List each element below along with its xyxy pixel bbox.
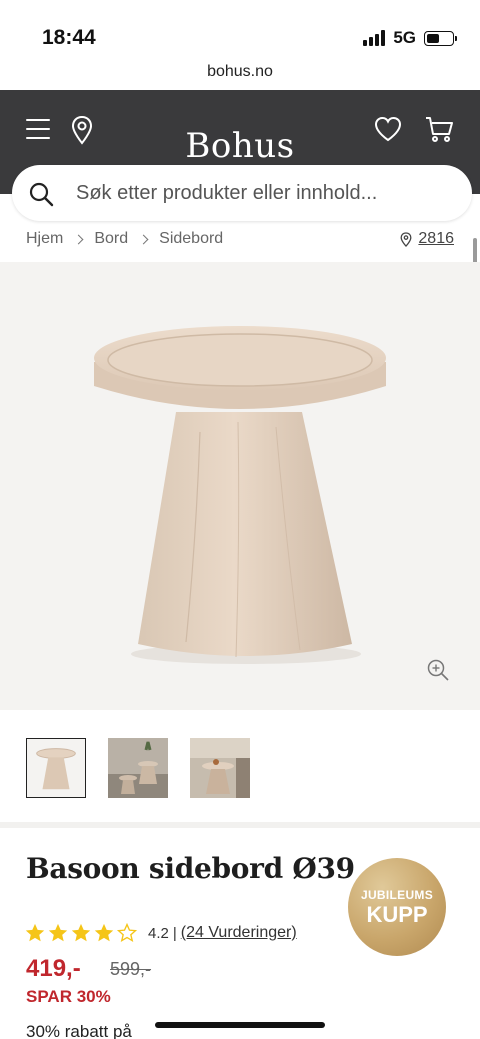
home-indicator[interactable] bbox=[155, 1022, 325, 1028]
thumbnail-1[interactable] bbox=[26, 738, 86, 798]
heart-icon[interactable] bbox=[374, 116, 402, 142]
star-rating bbox=[24, 922, 138, 944]
breadcrumb-home[interactable]: Hjem bbox=[26, 230, 63, 248]
signal-icon bbox=[363, 30, 386, 46]
thumbnail-strip bbox=[26, 738, 250, 798]
location-pin-icon[interactable] bbox=[70, 115, 94, 145]
badge-line2: KUPP bbox=[366, 902, 428, 927]
badge-line1: JUBILEUMS bbox=[360, 888, 434, 902]
rating-value: 4.2 bbox=[148, 924, 169, 942]
old-price: 599,- bbox=[110, 959, 152, 979]
promo-text: 30% rabatt på bbox=[26, 1022, 132, 1039]
search-input[interactable] bbox=[76, 165, 456, 221]
zoom-in-icon[interactable] bbox=[426, 658, 450, 682]
section-divider bbox=[0, 822, 480, 828]
status-indicators: 5G bbox=[363, 28, 457, 48]
star-icon bbox=[25, 923, 45, 942]
star-outline-icon bbox=[116, 922, 138, 943]
location-pin-icon bbox=[400, 231, 412, 247]
thumbnail-3[interactable] bbox=[190, 738, 250, 798]
cart-icon[interactable] bbox=[424, 114, 454, 144]
battery-fill bbox=[427, 33, 439, 43]
status-time: 18:44 bbox=[42, 26, 96, 49]
reviews-link[interactable]: (24 Vurderinger) bbox=[181, 924, 297, 942]
battery-icon bbox=[424, 30, 457, 46]
jubilee-deal-badge: JUBILEUMS KUPP bbox=[348, 858, 446, 956]
breadcrumb-bord[interactable]: Bord bbox=[94, 230, 128, 248]
menu-icon[interactable] bbox=[26, 119, 50, 139]
breadcrumb-sidebord[interactable]: Sidebord bbox=[159, 230, 223, 248]
brand-name: Bohus bbox=[185, 126, 295, 166]
browser-url[interactable]: bohus.no bbox=[0, 58, 480, 90]
product-image-area[interactable] bbox=[0, 262, 480, 710]
status-bar: 18:44 5G bbox=[0, 0, 480, 58]
chevron-right-icon bbox=[138, 234, 149, 244]
rating-separator: | bbox=[172, 924, 177, 942]
network-label: 5G bbox=[393, 28, 416, 47]
star-icon bbox=[71, 923, 91, 942]
current-price: 419,- bbox=[26, 955, 81, 982]
store-selector[interactable]: 2816 bbox=[400, 230, 454, 248]
brand-logo[interactable]: Bohus bbox=[180, 108, 300, 166]
star-icon bbox=[48, 923, 68, 942]
breadcrumb: Hjem Bord Sidebord bbox=[26, 230, 223, 248]
thumbnail-2[interactable] bbox=[108, 738, 168, 798]
discount-label: SPAR 30% bbox=[26, 987, 111, 1006]
store-number: 2816 bbox=[418, 230, 454, 247]
search-icon[interactable] bbox=[28, 181, 54, 207]
search-bar[interactable] bbox=[12, 165, 472, 221]
product-rating: 4.2 | (24 Vurderinger) bbox=[24, 922, 297, 944]
star-icon bbox=[94, 923, 114, 942]
product-image bbox=[94, 326, 386, 664]
product-title: Basoon sidebord Ø39 bbox=[26, 852, 355, 885]
chevron-right-icon bbox=[73, 234, 84, 244]
